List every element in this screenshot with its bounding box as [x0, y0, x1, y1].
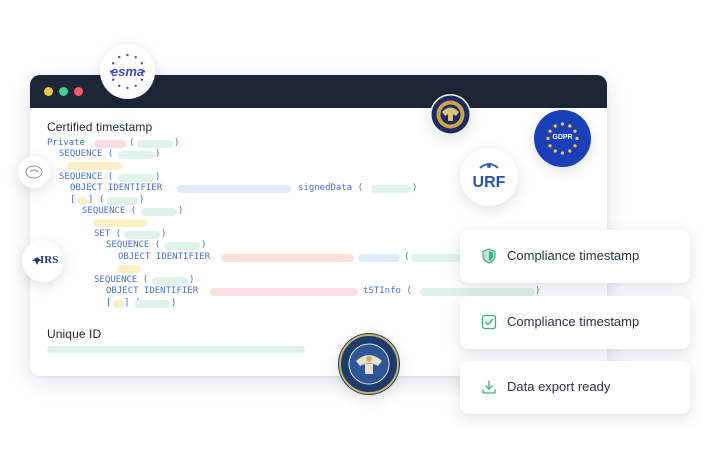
code-redacted-value [210, 288, 358, 296]
code-private: Private [47, 138, 85, 148]
card-label: Compliance timestamp [507, 314, 640, 329]
code-object-identifier: OBJECT IDENTIFIER [70, 183, 163, 193]
code-redacted-value [77, 197, 88, 205]
urf-logo-text: URF [472, 174, 506, 191]
code-redacted-value [118, 174, 154, 182]
code-redacted-value [106, 197, 138, 205]
certified-timestamp-title: Certified timestamp [47, 120, 153, 134]
unique-id-value-placeholder [47, 346, 305, 353]
code-redacted-value [358, 254, 400, 262]
code-redacted-value [134, 300, 170, 308]
code-redacted-value [371, 185, 411, 193]
code-redacted-value [420, 288, 535, 296]
sec-seal-badge [430, 94, 471, 135]
code-redacted-value [177, 185, 291, 193]
code-redacted-value [67, 162, 122, 170]
small-seal-badge [18, 156, 50, 188]
code-sequence: SEQUENCE ( [82, 206, 137, 216]
sec-eagle-seal-icon [431, 95, 470, 134]
urf-badge: URF [460, 148, 518, 206]
treasury-seal-badge [338, 333, 400, 395]
window-close-dot[interactable] [74, 87, 83, 96]
card-label: Data export ready [507, 379, 611, 394]
code-bracket: [ [106, 298, 112, 308]
code-bracket: [ [70, 195, 76, 205]
shield-icon [482, 248, 496, 264]
code-close-paren: ) [174, 138, 180, 148]
code-redacted-value [137, 140, 173, 148]
code-redacted-value [164, 242, 200, 250]
code-object-identifier: OBJECT IDENTIFIER [106, 286, 199, 296]
code-sequence: SEQUENCE ( [59, 149, 114, 159]
code-open-paren: ( [404, 252, 410, 262]
code-close-paren: ) [155, 149, 161, 159]
code-sequence: SEQUENCE ( [59, 172, 114, 182]
code-close-paren: ) [189, 275, 195, 285]
code-tst-info: tSTInfo ( [363, 286, 412, 296]
code-close-paren: ) [178, 206, 184, 216]
code-open-paren: ( [129, 138, 135, 148]
code-redacted-value [152, 277, 188, 285]
card-label: Compliance timestamp [507, 248, 640, 263]
code-redacted-value [117, 265, 141, 273]
code-object-identifier: OBJECT IDENTIFIER [118, 252, 211, 262]
code-close-paren: ) [155, 172, 161, 182]
irs-badge: IRS [22, 240, 64, 282]
code-close-paren: ) [161, 229, 167, 239]
window-minimize-dot[interactable] [44, 87, 53, 96]
code-redacted-value [113, 300, 124, 308]
code-redacted-value [141, 208, 177, 216]
seal-outline-icon [25, 165, 43, 179]
data-export-ready-card[interactable]: Data export ready [460, 361, 690, 414]
download-icon [482, 380, 496, 394]
code-signed-data: signedData ( [298, 183, 364, 193]
code-redacted-value [124, 231, 160, 239]
compliance-timestamp-card-1[interactable]: Compliance timestamp [460, 230, 690, 283]
code-close-paren: ) [171, 298, 177, 308]
code-redacted-value [93, 219, 147, 227]
code-close-paren: ) [139, 195, 145, 205]
code-redacted-value [221, 254, 354, 262]
code-close-paren: ) [412, 183, 418, 193]
gdpr-badge: GDPR [534, 110, 591, 167]
code-sequence: SEQUENCE ( [106, 240, 161, 250]
esma-badge: esma [100, 44, 155, 99]
window-maximize-dot[interactable] [59, 87, 68, 96]
code-redacted-value [411, 254, 461, 262]
code-close-paren: ) [201, 240, 207, 250]
unique-id-title: Unique ID [47, 327, 102, 341]
code-set: SET ( [94, 229, 122, 239]
treasury-eagle-seal-icon [339, 334, 399, 394]
code-redacted-value [118, 151, 154, 159]
check-square-icon [481, 314, 497, 330]
code-redacted-value [94, 140, 126, 148]
irs-logo-text: IRS [40, 254, 59, 266]
compliance-timestamp-card-2[interactable]: Compliance timestamp [460, 296, 690, 349]
code-sequence: SEQUENCE ( [94, 275, 149, 285]
gdpr-logo-text: GDPR [552, 134, 573, 141]
code-bracket-close: ] ( [88, 195, 105, 205]
esma-logo-text: esma [110, 64, 145, 79]
